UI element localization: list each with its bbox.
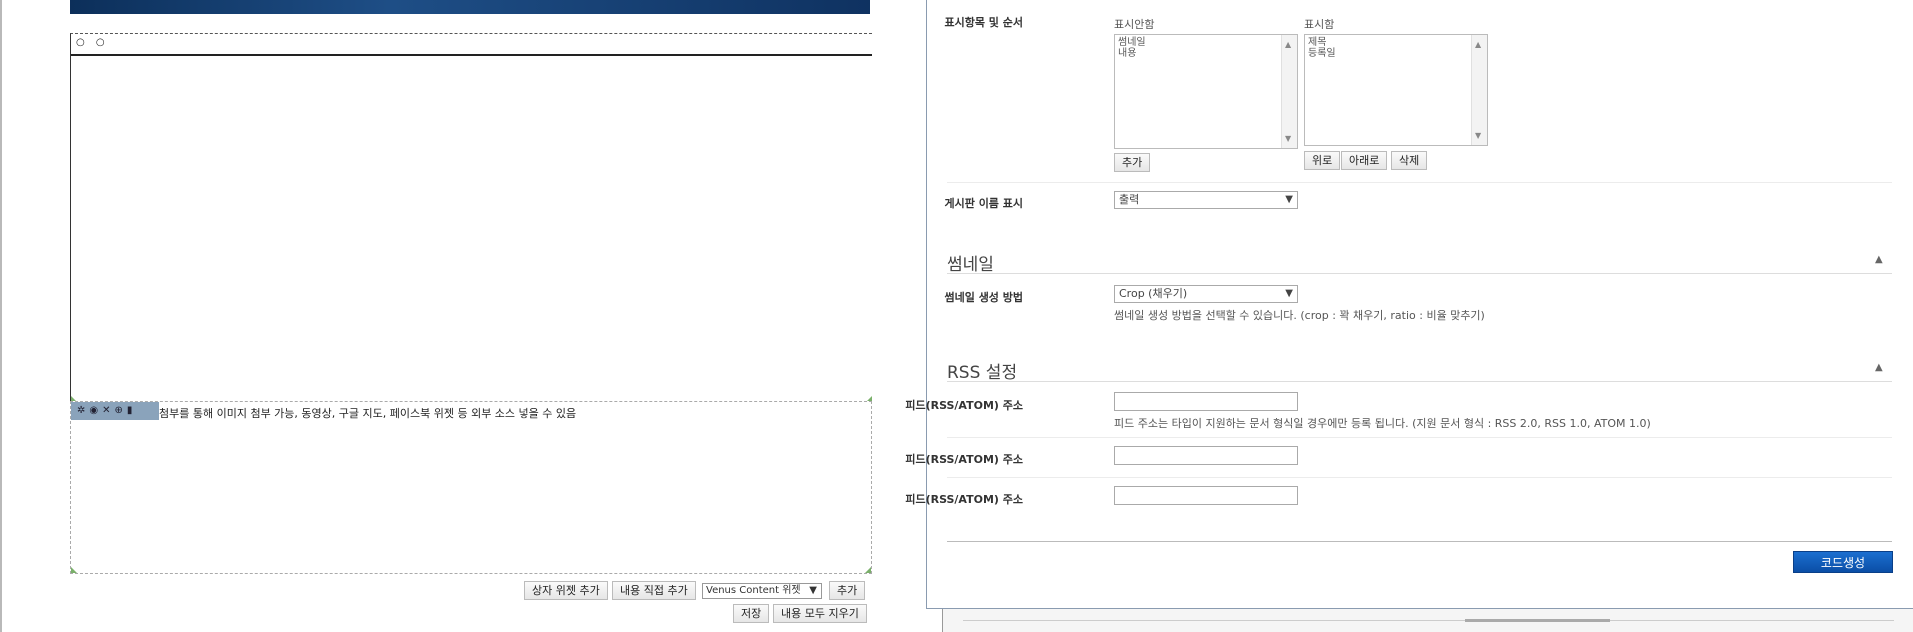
list-item[interactable]: 제목 bbox=[1305, 35, 1487, 48]
delete-item-button[interactable]: 삭제 bbox=[1391, 151, 1428, 170]
chevron-down-icon: ▼ bbox=[1285, 288, 1293, 299]
hidden-caption: 표시안함 bbox=[1114, 18, 1155, 31]
add-item-button[interactable]: 추가 bbox=[1114, 153, 1151, 172]
thumbnail-method-value: Crop (채우기) bbox=[1119, 287, 1188, 300]
clear-all-button[interactable]: 내용 모두 지우기 bbox=[773, 604, 867, 623]
add-widget-button[interactable]: 추가 bbox=[829, 581, 866, 600]
feed-url-input[interactable] bbox=[1114, 392, 1298, 411]
left-window-edge bbox=[0, 0, 2, 632]
feed-url-label: 피드(RSS/ATOM) 주소 bbox=[905, 453, 1023, 466]
collapse-icon[interactable]: ▲ bbox=[1875, 362, 1883, 373]
box-widget[interactable]: ○ ○ bbox=[70, 33, 872, 403]
hidden-items-list[interactable]: 썸네일 내용 ▲ ▼ bbox=[1114, 34, 1298, 149]
widget-handle-icons[interactable]: ○ ○ bbox=[76, 37, 109, 48]
board-name-select[interactable]: 출력 ▼ bbox=[1114, 191, 1298, 209]
resize-handle-right[interactable] bbox=[865, 567, 871, 573]
board-name-label: 게시판 이름 표시 bbox=[944, 197, 1024, 210]
feed-url-input[interactable] bbox=[1114, 486, 1298, 505]
list-item[interactable]: 내용 bbox=[1115, 48, 1297, 59]
shown-items-list[interactable]: 제목 등록일 ▲ ▼ bbox=[1304, 34, 1488, 146]
collapse-icon[interactable]: ▲ bbox=[1875, 254, 1883, 265]
move-down-button[interactable]: 아래로 bbox=[1341, 151, 1388, 170]
trash-icon[interactable]: ▮ bbox=[127, 402, 133, 420]
box-widget-header: ○ ○ bbox=[71, 34, 872, 56]
scroll-down-icon[interactable]: ▼ bbox=[1475, 131, 1481, 140]
move-up-button[interactable]: 위로 bbox=[1304, 151, 1341, 170]
thumbnail-section-title: 썸네일 bbox=[947, 255, 994, 275]
list-item[interactable]: 썸네일 bbox=[1115, 35, 1297, 48]
shown-caption: 표시함 bbox=[1304, 18, 1335, 31]
thumbnail-method-select[interactable]: Crop (채우기) ▼ bbox=[1114, 285, 1298, 303]
eye-icon[interactable]: ◉ bbox=[89, 402, 98, 420]
scroll-up-icon[interactable]: ▲ bbox=[1285, 40, 1291, 49]
scrollbar[interactable]: ▲ ▼ bbox=[1471, 35, 1487, 145]
save-button[interactable]: 저장 bbox=[733, 604, 770, 623]
feed-url-label: 피드(RSS/ATOM) 주소 bbox=[905, 493, 1023, 506]
scroll-down-icon[interactable]: ▼ bbox=[1285, 134, 1291, 143]
content-widget[interactable]: ✲ ◉ ✕ ⊕ ▮ 첨부를 통해 이미지 첨부 가능, 동영상, 구글 지도, … bbox=[70, 401, 872, 574]
widget-settings-dialog: 표시항목 및 순서 표시안함 썸네일 내용 ▲ ▼ 추가 표시함 제목 등록일 … bbox=[905, 0, 1913, 609]
cross-icon[interactable]: ✕ bbox=[102, 402, 110, 420]
widget-type-value: Venus Content 위젯 bbox=[706, 585, 801, 596]
feed-url-input[interactable] bbox=[1114, 446, 1298, 465]
content-text: 첨부를 통해 이미지 첨부 가능, 동영상, 구글 지도, 페이스북 위젯 등 … bbox=[159, 407, 577, 420]
widget-type-select[interactable]: Venus Content 위젯 ▼ bbox=[702, 583, 822, 599]
widget-toolbar: ✲ ◉ ✕ ⊕ ▮ bbox=[71, 402, 159, 420]
thumbnail-method-label: 썸네일 생성 방법 bbox=[944, 291, 1024, 304]
plus-circle-icon[interactable]: ⊕ bbox=[115, 402, 123, 420]
header-banner bbox=[70, 0, 870, 14]
add-content-button[interactable]: 내용 직접 추가 bbox=[612, 581, 696, 600]
horizontal-scrollbar[interactable] bbox=[1465, 619, 1610, 622]
add-box-widget-button[interactable]: 상자 위젯 추가 bbox=[524, 581, 608, 600]
background-window bbox=[942, 608, 1913, 632]
gear-icon[interactable]: ✲ bbox=[77, 402, 85, 420]
chevron-down-icon: ▼ bbox=[1285, 194, 1293, 205]
chevron-down-icon: ▼ bbox=[809, 585, 817, 596]
board-name-value: 출력 bbox=[1119, 193, 1140, 206]
rss-section-title: RSS 설정 bbox=[947, 363, 1018, 383]
display-items-label: 표시항목 및 순서 bbox=[944, 16, 1024, 29]
list-item[interactable]: 등록일 bbox=[1305, 48, 1487, 59]
generate-code-button[interactable]: 코드생성 bbox=[1793, 551, 1893, 573]
resize-handle-left[interactable] bbox=[71, 567, 77, 573]
scrollbar[interactable]: ▲ ▼ bbox=[1281, 35, 1297, 148]
scroll-up-icon[interactable]: ▲ bbox=[1475, 40, 1481, 49]
thumbnail-help-text: 썸네일 생성 방법을 선택할 수 있습니다. (crop : 꽉 채우기, ra… bbox=[1114, 309, 1485, 322]
feed-help-text: 피드 주소는 타입이 지원하는 문서 형식일 경우에만 등록 됩니다. (지원 … bbox=[1114, 417, 1651, 430]
feed-url-label: 피드(RSS/ATOM) 주소 bbox=[905, 399, 1023, 412]
